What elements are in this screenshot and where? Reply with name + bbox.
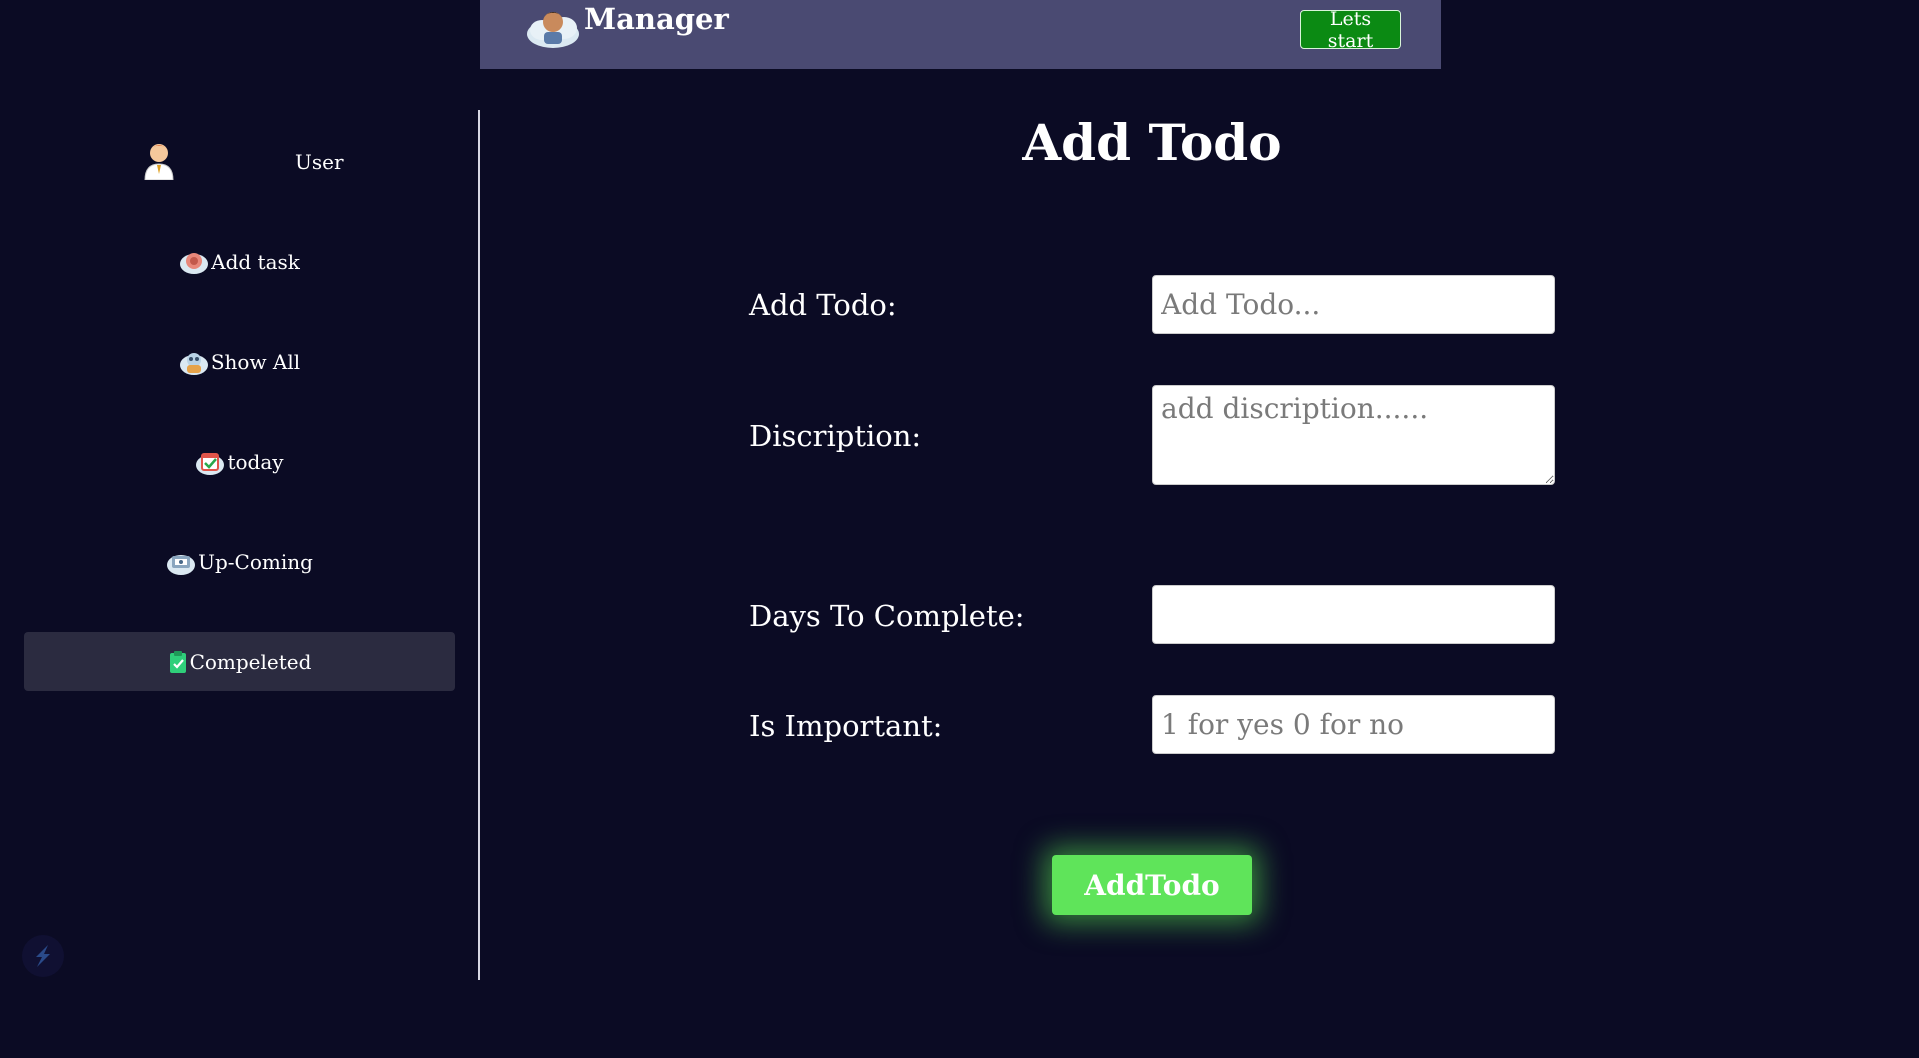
- sidebar-item-label: Show All: [210, 349, 301, 374]
- is-important-input[interactable]: [1152, 695, 1555, 754]
- sidebar-item-label: Add task: [211, 249, 300, 274]
- sidebar-item-add-task[interactable]: Add task: [24, 232, 455, 291]
- days-to-complete-label: Days To Complete:: [749, 599, 1025, 633]
- sidebar-item-today[interactable]: today: [24, 432, 455, 491]
- manager-avatar-icon: [524, 0, 582, 52]
- today-calendar-icon: [195, 447, 225, 477]
- sidebar-item-label: Compeleted: [189, 649, 312, 674]
- days-to-complete-input[interactable]: [1152, 585, 1555, 644]
- show-all-icon: [179, 347, 209, 377]
- completed-clipboard-icon: [168, 650, 188, 674]
- lets-start-button[interactable]: Lets start: [1300, 8, 1401, 52]
- sidebar-divider: [478, 110, 480, 980]
- user-profile[interactable]: User: [0, 130, 479, 192]
- sidebar: User Add task Show All today Up-Coming C…: [0, 110, 479, 980]
- sidebar-item-show-all[interactable]: Show All: [24, 332, 455, 391]
- bolt-logo-icon[interactable]: [22, 935, 64, 977]
- user-name: User: [295, 150, 344, 174]
- upcoming-icon: [166, 547, 196, 577]
- top-header: Manager Lets start: [480, 0, 1441, 69]
- app-title: Manager: [584, 2, 729, 36]
- sidebar-item-label: Up-Coming: [198, 549, 313, 574]
- sidebar-item-compeleted[interactable]: Compeleted: [24, 632, 455, 691]
- add-todo-button[interactable]: AddTodo: [1052, 855, 1252, 915]
- sidebar-item-label: today: [227, 449, 284, 474]
- description-textarea[interactable]: [1152, 385, 1555, 485]
- todo-label: Add Todo:: [749, 288, 897, 322]
- page-title: Add Todo: [1022, 113, 1282, 172]
- description-label: Discription:: [749, 419, 922, 453]
- is-important-label: Is Important:: [749, 709, 943, 743]
- add-task-icon: [179, 247, 209, 277]
- user-avatar-icon: [140, 140, 178, 181]
- sidebar-item-up-coming[interactable]: Up-Coming: [24, 532, 455, 591]
- todo-input[interactable]: [1152, 275, 1555, 334]
- brand[interactable]: Manager: [524, 0, 729, 52]
